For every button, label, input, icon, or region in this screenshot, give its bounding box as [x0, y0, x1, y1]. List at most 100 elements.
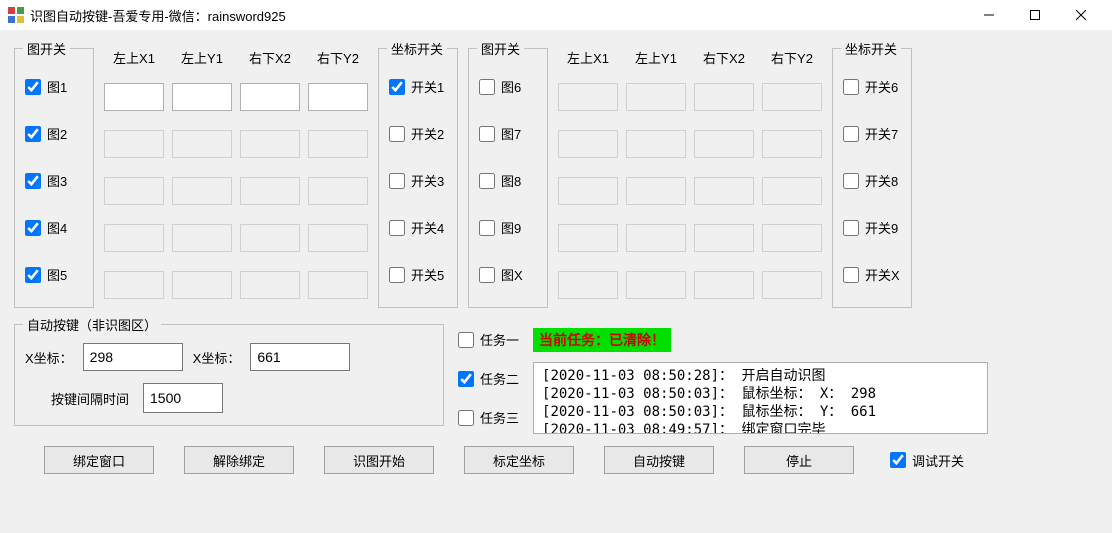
right-hdr-x1: 左上X1 [558, 48, 618, 67]
rightPanel-switch-label-3: 开关9 [865, 218, 898, 237]
rightPanel-switch-label-1: 开关7 [865, 124, 898, 143]
leftPanel-img-checkbox-1[interactable] [25, 126, 41, 142]
rightPanel-img-row-3[interactable]: 图9 [479, 218, 521, 237]
leftPanel-img-row-1[interactable]: 图2 [25, 124, 67, 143]
task-2-label: 任务二 [480, 369, 519, 388]
rightPanel-img-row-0[interactable]: 图6 [479, 77, 521, 96]
left-coord-switch-group: 坐标开关 开关1开关2开关3开关4开关5 [378, 48, 458, 308]
task-1[interactable]: 任务一 [458, 330, 519, 349]
leftPanel-img-row-3[interactable]: 图4 [25, 218, 67, 237]
leftPanel-img-row-2[interactable]: 图3 [25, 171, 67, 190]
leftPanel-y2-input-0[interactable] [308, 83, 368, 111]
close-button[interactable] [1058, 0, 1104, 30]
leftPanel-switch-checkbox-2[interactable] [389, 173, 405, 189]
task-2-checkbox[interactable] [458, 371, 474, 387]
leftPanel-switch-checkbox-0[interactable] [389, 79, 405, 95]
rightPanel-switch-checkbox-0[interactable] [843, 79, 859, 95]
rightPanel-y2-input-4 [762, 271, 822, 299]
leftPanel-y1-input-4 [172, 271, 232, 299]
right-hdr-y1: 左上Y1 [626, 48, 686, 67]
leftPanel-x1-input-0[interactable] [104, 83, 164, 111]
autokey-group: 自动按键（非识图区） X坐标： X坐标： 按键间隔时间 [14, 324, 444, 426]
autokey-x-input[interactable] [83, 343, 183, 371]
leftPanel-img-row-4[interactable]: 图5 [25, 265, 67, 284]
minimize-button[interactable] [966, 0, 1012, 30]
leftPanel-img-checkbox-4[interactable] [25, 267, 41, 283]
rightPanel-img-row-4[interactable]: 图X [479, 265, 523, 284]
leftPanel-x2-input-0[interactable] [240, 83, 300, 111]
rightPanel-y1-input-4 [626, 271, 686, 299]
rightPanel-img-checkbox-0[interactable] [479, 79, 495, 95]
rightPanel-x2-input-2 [694, 177, 754, 205]
rightPanel-img-label-0: 图6 [501, 77, 521, 96]
rightPanel-img-checkbox-3[interactable] [479, 220, 495, 236]
mark-coord-button[interactable]: 标定坐标 [464, 446, 574, 474]
bind-window-button[interactable]: 绑定窗口 [44, 446, 154, 474]
leftPanel-switch-label-0: 开关1 [411, 77, 444, 96]
log-line: [2020-11-03 08:49:57]： 绑定窗口完毕 [542, 421, 979, 434]
leftPanel-y2-input-2 [308, 177, 368, 205]
rightPanel-img-row-2[interactable]: 图8 [479, 171, 521, 190]
leftPanel-x2-input-1 [240, 130, 300, 158]
rightPanel-switch-checkbox-1[interactable] [843, 126, 859, 142]
leftPanel-switch-row-1[interactable]: 开关2 [389, 124, 444, 143]
leftPanel-switch-checkbox-1[interactable] [389, 126, 405, 142]
panels-area: 图开关 图1图2图3图4图5 左上X1 左上Y1 右下X2 右下Y2 坐标开关 … [14, 48, 1098, 308]
rightPanel-switch-row-3[interactable]: 开关9 [843, 218, 898, 237]
autokey-button[interactable]: 自动按键 [604, 446, 714, 474]
leftPanel-y1-input-0[interactable] [172, 83, 232, 111]
rightPanel-img-checkbox-4[interactable] [479, 267, 495, 283]
debug-switch[interactable]: 调试开关 [890, 451, 964, 470]
leftPanel-img-label-2: 图3 [47, 171, 67, 190]
stop-button[interactable]: 停止 [744, 446, 854, 474]
leftPanel-switch-row-2[interactable]: 开关3 [389, 171, 444, 190]
autokey-interval-input[interactable] [143, 383, 223, 413]
leftPanel-x2-input-3 [240, 224, 300, 252]
leftPanel-switch-checkbox-4[interactable] [389, 267, 405, 283]
left-hdr-x2: 右下X2 [240, 48, 300, 67]
rightPanel-switch-row-4[interactable]: 开关X [843, 265, 900, 284]
rightPanel-switch-row-0[interactable]: 开关6 [843, 77, 898, 96]
task-1-checkbox[interactable] [458, 332, 474, 348]
task-3[interactable]: 任务三 [458, 408, 519, 427]
leftPanel-switch-row-4[interactable]: 开关5 [389, 265, 444, 284]
debug-switch-label: 调试开关 [912, 451, 964, 470]
rightPanel-switch-row-1[interactable]: 开关7 [843, 124, 898, 143]
leftPanel-img-checkbox-2[interactable] [25, 173, 41, 189]
rightPanel-x2-input-1 [694, 130, 754, 158]
leftPanel-switch-row-3[interactable]: 开关4 [389, 218, 444, 237]
leftPanel-img-checkbox-0[interactable] [25, 79, 41, 95]
debug-switch-checkbox[interactable] [890, 452, 906, 468]
task-2[interactable]: 任务二 [458, 369, 519, 388]
rightPanel-x1-input-3 [558, 224, 618, 252]
autokey-y-input[interactable] [250, 343, 350, 371]
log-panel[interactable]: [2020-11-03 08:50:28]： 开启自动识图[2020-11-03… [533, 362, 988, 434]
task-3-checkbox[interactable] [458, 410, 474, 426]
rightPanel-switch-checkbox-3[interactable] [843, 220, 859, 236]
leftPanel-x2-input-4 [240, 271, 300, 299]
leftPanel-img-checkbox-3[interactable] [25, 220, 41, 236]
leftPanel-switch-row-0[interactable]: 开关1 [389, 77, 444, 96]
rightPanel-switch-checkbox-4[interactable] [843, 267, 859, 283]
app-icon [8, 7, 24, 23]
rightPanel-img-label-3: 图9 [501, 218, 521, 237]
unbind-window-button[interactable]: 解除绑定 [184, 446, 294, 474]
rightPanel-img-row-1[interactable]: 图7 [479, 124, 521, 143]
leftPanel-img-label-0: 图1 [47, 77, 67, 96]
rightPanel-switch-checkbox-2[interactable] [843, 173, 859, 189]
leftPanel-img-row-0[interactable]: 图1 [25, 77, 67, 96]
rightPanel-img-checkbox-2[interactable] [479, 173, 495, 189]
rightPanel-switch-row-2[interactable]: 开关8 [843, 171, 898, 190]
right-hdr-y2: 右下Y2 [762, 48, 822, 67]
leftPanel-y1-input-3 [172, 224, 232, 252]
leftPanel-switch-checkbox-3[interactable] [389, 220, 405, 236]
maximize-button[interactable] [1012, 0, 1058, 30]
rightPanel-x2-input-0 [694, 83, 754, 111]
autokey-x-label: X坐标： [25, 348, 73, 367]
rightPanel-img-label-1: 图7 [501, 124, 521, 143]
leftPanel-switch-label-1: 开关2 [411, 124, 444, 143]
rightPanel-img-checkbox-1[interactable] [479, 126, 495, 142]
start-recognition-button[interactable]: 识图开始 [324, 446, 434, 474]
button-row: 绑定窗口 解除绑定 识图开始 标定坐标 自动按键 停止 调试开关 [14, 434, 1098, 474]
left-image-switch-group: 图开关 图1图2图3图4图5 [14, 48, 94, 308]
